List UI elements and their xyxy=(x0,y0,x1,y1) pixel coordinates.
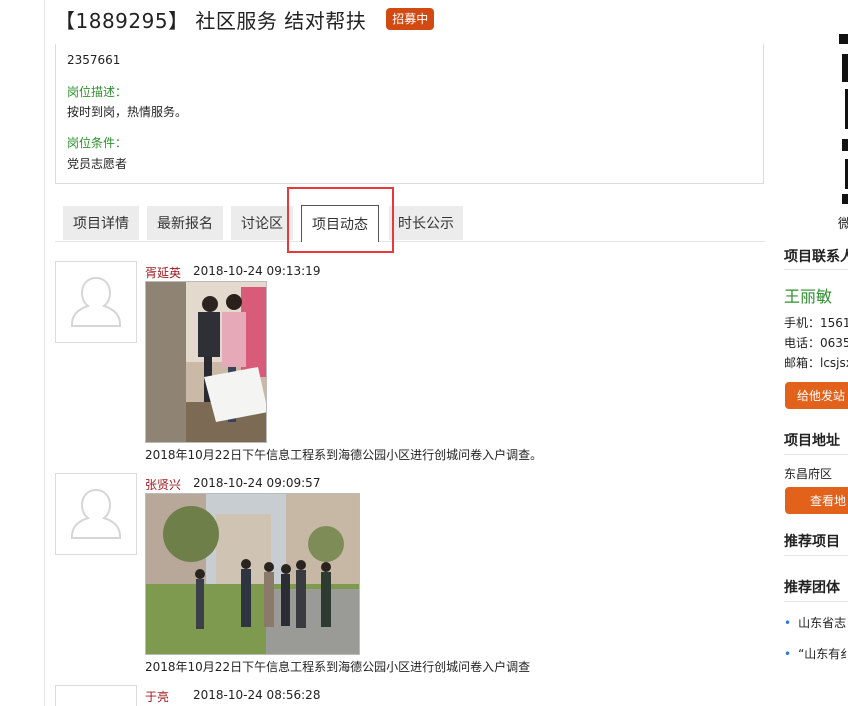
feed-author[interactable]: 胥延英 xyxy=(145,264,181,281)
address-value: 东昌府区 xyxy=(784,467,833,481)
view-map-button[interactable]: 查看地 xyxy=(785,487,848,514)
feed-caption: 2018年10月22日下午信息工程系到海德公园小区进行创城问卷入户调查 xyxy=(145,660,531,674)
feed-photo[interactable] xyxy=(145,281,267,443)
user-silhouette-icon xyxy=(71,488,121,539)
feed-time: 2018-10-24 09:09:57 xyxy=(193,476,321,490)
condition-value: 党员志愿者 xyxy=(67,157,128,171)
active-tab-highlight xyxy=(287,187,394,253)
condition-label: 岗位条件： xyxy=(67,136,128,150)
contact-email: 邮箱：lcsjsx xyxy=(784,356,848,370)
address-heading: 项目地址 xyxy=(784,433,840,449)
content-divider xyxy=(44,0,45,706)
group-list-item[interactable]: • “山东有纟 xyxy=(784,645,848,662)
page-title: 【1889295】 社区服务 结对帮扶 xyxy=(55,8,367,33)
recommend-groups-heading: 推荐团体 xyxy=(784,580,840,596)
recommend-projects-heading: 推荐项目 xyxy=(784,534,840,550)
status-badge: 招募中 xyxy=(386,8,435,30)
bullet-icon: • xyxy=(784,647,792,661)
position-info-panel: 2357661 岗位描述： 按时到岗，热情服务。 岗位条件： 党员志愿者 xyxy=(55,44,764,184)
user-silhouette-icon xyxy=(71,276,121,327)
description-value: 按时到岗，热情服务。 xyxy=(67,105,188,119)
feed-time: 2018-10-24 08:56:28 xyxy=(193,688,321,702)
feed-caption: 2018年10月22日下午信息工程系到海德公园小区进行创城问卷入户调查。 xyxy=(145,448,543,462)
contact-heading: 项目联系人 xyxy=(784,249,848,265)
feed-time: 2018-10-24 09:13:19 xyxy=(193,264,321,278)
tab-latest-signups[interactable]: 最新报名 xyxy=(147,206,223,240)
feed-author[interactable]: 张贤兴 xyxy=(145,476,181,493)
bullet-icon: • xyxy=(784,616,792,630)
divider xyxy=(784,454,848,455)
phone-value: 2357661 xyxy=(67,53,121,67)
tab-hours-publicity[interactable]: 时长公示 xyxy=(389,206,463,240)
group-list-item[interactable]: • 山东省志 xyxy=(784,614,848,631)
project-header: 【1889295】 社区服务 结对帮扶 招募中 xyxy=(55,3,435,35)
contact-mobile: 手机：1561 xyxy=(784,316,848,330)
project-tabs: 项目详情 最新报名 讨论区 项目动态 时长公示 xyxy=(55,200,765,242)
tab-discussion[interactable]: 讨论区 xyxy=(231,206,293,240)
divider xyxy=(784,601,848,602)
contact-tel: 电话：0635 xyxy=(784,336,848,350)
divider xyxy=(784,555,848,556)
qr-label: 微 xyxy=(838,217,848,232)
tab-project-details[interactable]: 项目详情 xyxy=(63,206,139,240)
avatar[interactable] xyxy=(55,261,137,343)
avatar[interactable] xyxy=(55,473,137,555)
avatar[interactable] xyxy=(55,685,137,706)
group-link[interactable]: “山东有纟 xyxy=(798,647,848,661)
feed-author[interactable]: 于亮 xyxy=(145,688,169,705)
group-link[interactable]: 山东省志 xyxy=(798,616,846,630)
qr-code xyxy=(839,34,848,204)
divider xyxy=(784,269,848,270)
description-label: 岗位描述： xyxy=(67,85,128,99)
send-message-button[interactable]: 给他发站 xyxy=(785,382,848,409)
contact-name: 王丽敏 xyxy=(784,287,833,306)
feed-photo[interactable] xyxy=(145,493,360,655)
